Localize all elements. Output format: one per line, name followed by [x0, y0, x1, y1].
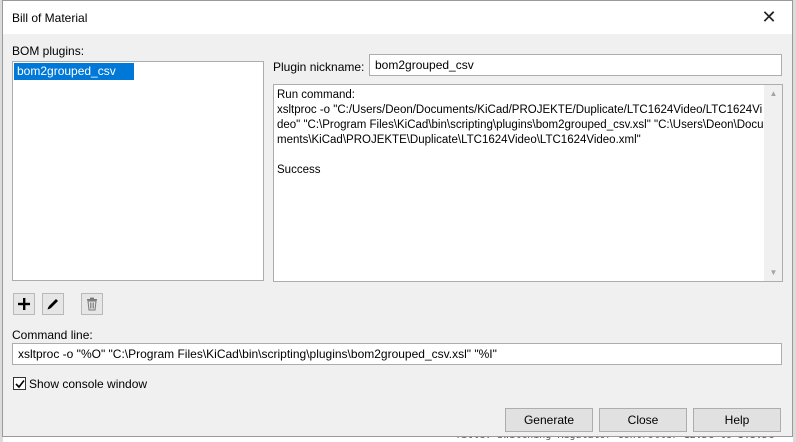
- show-console-label[interactable]: Show console window: [29, 377, 147, 391]
- scroll-down-icon[interactable]: ▼: [765, 264, 782, 281]
- add-plugin-button[interactable]: [13, 293, 35, 315]
- plugin-list[interactable]: bom2grouped_csv: [12, 61, 264, 281]
- generate-button[interactable]: Generate: [505, 408, 593, 432]
- bom-dialog: Bill of Material ✕ BOM plugins: bom2grou…: [2, 0, 793, 437]
- title-bar[interactable]: Bill of Material ✕: [3, 1, 792, 34]
- window-title: Bill of Material: [12, 11, 88, 25]
- command-line-label: Command line:: [12, 328, 93, 342]
- trash-icon: [87, 297, 97, 311]
- command-line-field[interactable]: xsltproc -o "%O" "C:\Program Files\KiCad…: [12, 343, 782, 365]
- help-button[interactable]: Help: [693, 408, 781, 432]
- close-button[interactable]: Close: [599, 408, 687, 432]
- console-output[interactable]: Run command: xsltproc -o "C:/Users/Deon/…: [273, 84, 783, 282]
- bom-plugins-label: BOM plugins:: [12, 44, 85, 58]
- plugin-nickname-label: Plugin nickname:: [273, 60, 365, 74]
- pencil-icon: [47, 299, 58, 310]
- console-scrollbar[interactable]: ▲ ▼: [764, 85, 782, 281]
- close-icon[interactable]: ✕: [746, 1, 792, 34]
- plus-icon: [18, 298, 30, 310]
- scroll-up-icon[interactable]: ▲: [765, 85, 782, 102]
- checkmark-icon: [14, 379, 25, 388]
- plugin-nickname-field[interactable]: bom2grouped_csv: [369, 54, 782, 76]
- show-console-checkbox[interactable]: [13, 377, 26, 390]
- delete-plugin-button[interactable]: [81, 293, 103, 315]
- console-text: Run command: xsltproc -o "C:/Users/Deon/…: [277, 89, 764, 177]
- list-item[interactable]: bom2grouped_csv: [14, 63, 134, 80]
- edit-plugin-button[interactable]: [42, 293, 64, 315]
